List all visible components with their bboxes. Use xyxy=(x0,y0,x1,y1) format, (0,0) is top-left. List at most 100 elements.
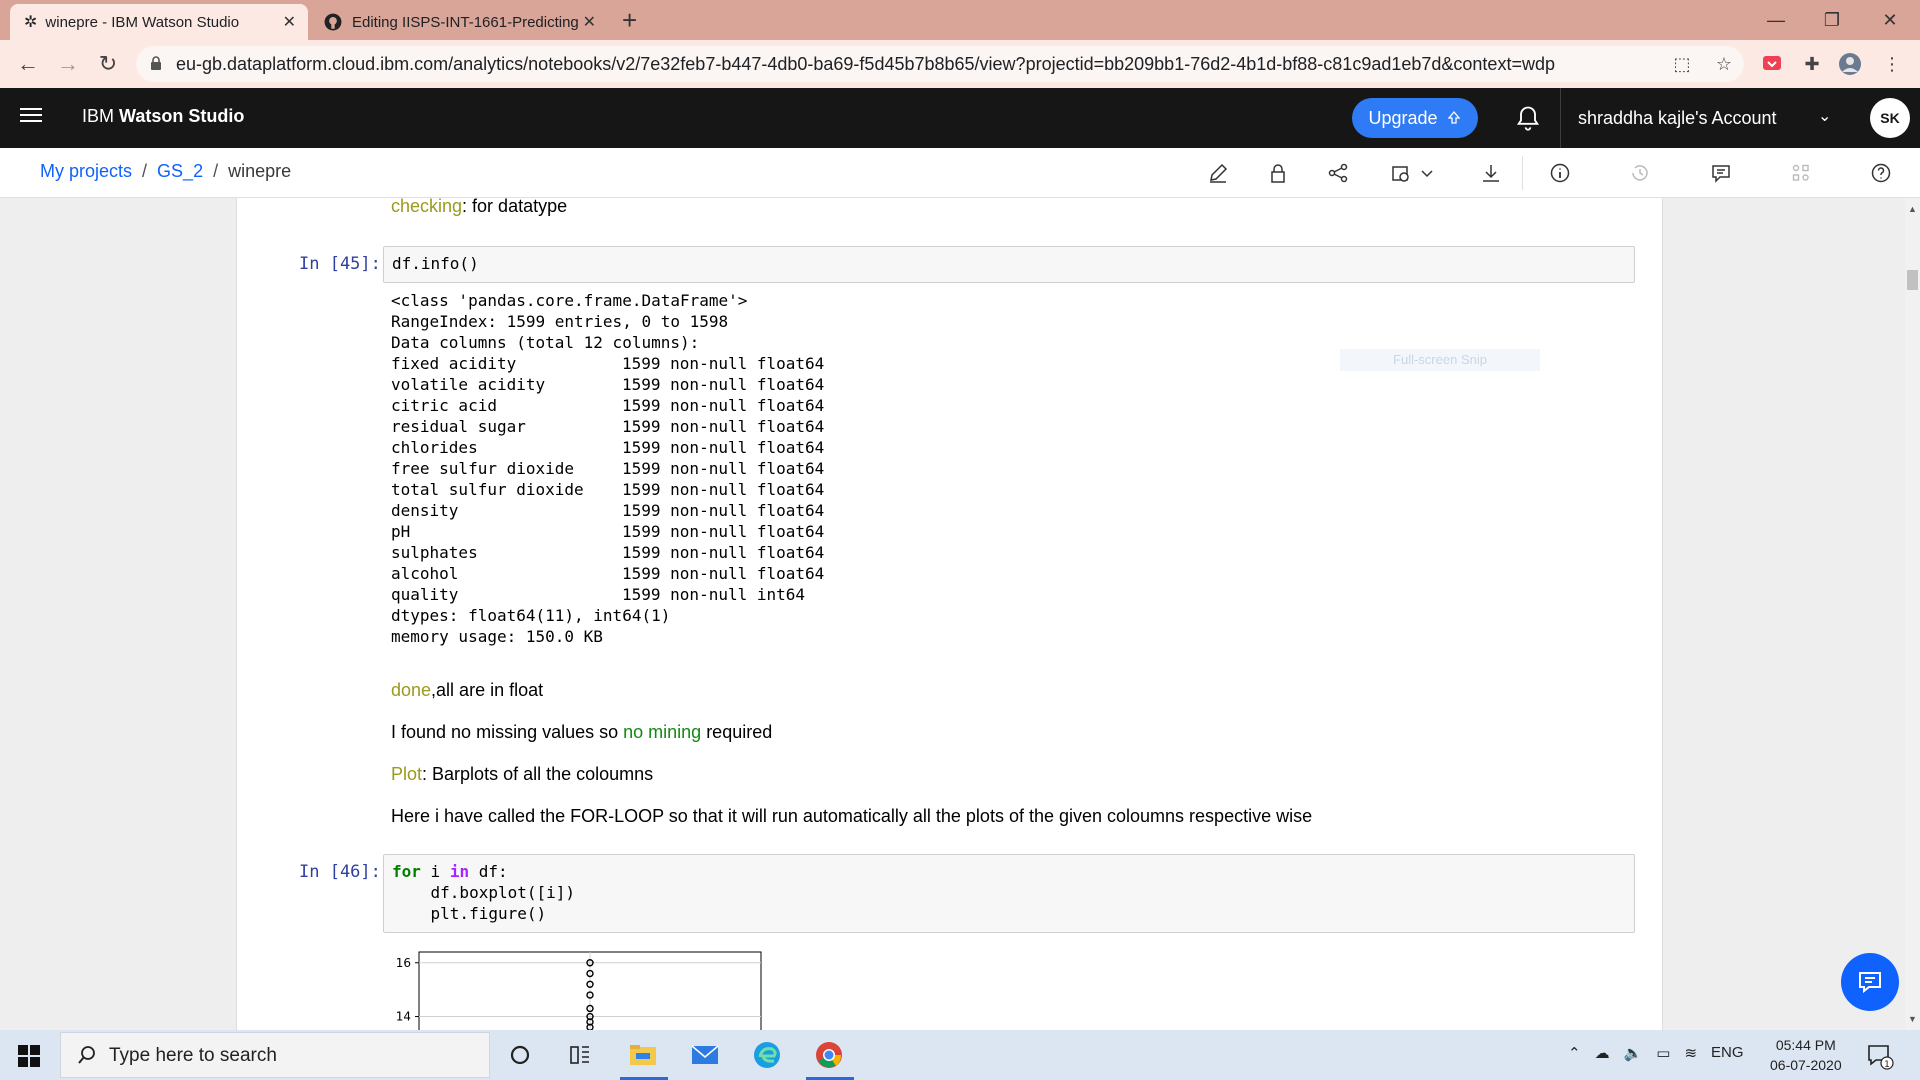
forward-icon[interactable]: → xyxy=(52,48,84,80)
wifi-icon[interactable]: ≋ xyxy=(1684,1044,1697,1062)
close-tab-icon[interactable]: ✕ xyxy=(283,12,296,32)
page-scrollbar[interactable]: ▲ ▼ xyxy=(1905,198,1920,1030)
tray-app-icon[interactable]: ☁ xyxy=(1595,1044,1610,1062)
edit-pencil-icon[interactable] xyxy=(1205,160,1231,186)
toolbar-divider xyxy=(1522,156,1523,190)
tab-winepre[interactable]: ✲ winepre - IBM Watson Studio ✕ xyxy=(10,4,308,40)
chevron-down-icon[interactable]: ⌄ xyxy=(1818,106,1831,126)
watson-tab-icon: ✲ xyxy=(24,14,38,31)
close-window-icon[interactable]: ✕ xyxy=(1862,0,1918,40)
scroll-thumb[interactable] xyxy=(1907,270,1918,290)
column-name: chlorides xyxy=(391,438,478,457)
cortana-icon[interactable] xyxy=(503,1038,537,1072)
browser-menu-icon[interactable]: ⋮ xyxy=(1880,52,1904,76)
code-line: df.info() xyxy=(392,254,479,273)
column-info: 1599 non-null float64 xyxy=(622,375,825,394)
comments-icon[interactable] xyxy=(1708,160,1734,186)
download-icon[interactable] xyxy=(1478,160,1504,186)
arrow-up-icon xyxy=(1447,110,1460,124)
url-input[interactable]: eu-gb.dataplatform.cloud.ibm.com/analyti… xyxy=(136,46,1744,82)
toolbar: My projects / GS_2 / winepre xyxy=(0,148,1920,198)
address-bar: ← → ↻ eu-gb.dataplatform.cloud.ibm.com/a… xyxy=(0,40,1920,88)
column-info: 1599 non-null float64 xyxy=(622,480,825,499)
info-icon[interactable] xyxy=(1547,160,1573,186)
windows-start-icon[interactable] xyxy=(18,1045,40,1067)
share-icon[interactable] xyxy=(1325,160,1351,186)
keyword-in: in xyxy=(449,862,470,881)
cell-prompt: In [45]: xyxy=(299,254,381,274)
lock-icon[interactable] xyxy=(1265,160,1291,186)
code-cell-46[interactable]: for i in df: df.boxplot([i]) plt.figure(… xyxy=(383,854,1635,933)
data-assets-icon[interactable] xyxy=(1788,160,1814,186)
chevron-down-icon[interactable] xyxy=(1414,160,1440,186)
account-switcher[interactable]: shraddha kajle's Account xyxy=(1578,108,1777,129)
column-info-row: free sulfur dioxide 1599 non-null float64 xyxy=(391,458,824,479)
battery-icon[interactable]: ▭ xyxy=(1656,1044,1670,1062)
upgrade-button[interactable]: Upgrade xyxy=(1352,98,1478,138)
taskbar-clock[interactable]: 05:44 PM 06-07-2020 xyxy=(1770,1035,1842,1075)
file-explorer-icon[interactable] xyxy=(626,1038,660,1072)
scroll-down-icon[interactable]: ▼ xyxy=(1908,1014,1917,1024)
column-name: density xyxy=(391,501,459,520)
tray-expand-icon[interactable]: ⌃ xyxy=(1568,1044,1581,1062)
code-rest: df: xyxy=(469,862,508,881)
y-tick-label: 14 xyxy=(396,1010,411,1024)
notification-count: 1 xyxy=(1884,1060,1890,1070)
mail-icon[interactable] xyxy=(688,1038,722,1072)
breadcrumb-my-projects[interactable]: My projects xyxy=(40,161,132,181)
snip-hint: Full-screen Snip xyxy=(1340,349,1540,371)
help-icon[interactable] xyxy=(1868,160,1894,186)
github-icon xyxy=(324,13,342,31)
bookmark-star-icon[interactable]: ☆ xyxy=(1712,52,1736,76)
reload-icon[interactable]: ↻ xyxy=(92,48,124,80)
minimize-icon[interactable]: — xyxy=(1748,0,1804,40)
volume-icon[interactable]: 🔈 xyxy=(1624,1044,1643,1062)
version-history-icon[interactable] xyxy=(1627,160,1653,186)
restore-icon[interactable]: ❐ xyxy=(1804,0,1860,40)
column-info-row: sulphates 1599 non-null float64 xyxy=(391,542,824,563)
chat-button[interactable] xyxy=(1841,953,1899,1011)
language-indicator[interactable]: ENG xyxy=(1711,1044,1744,1062)
column-name: sulphates xyxy=(391,543,478,562)
column-info: 1599 non-null float64 xyxy=(622,543,825,562)
code-line: for i in df: xyxy=(392,861,1626,882)
column-info-row: fixed acidity 1599 non-null float64 xyxy=(391,353,824,374)
profile-icon[interactable] xyxy=(1838,52,1862,76)
markdown-done: done,all are in float xyxy=(391,680,543,701)
code-cell-45[interactable]: df.info() xyxy=(383,246,1635,283)
new-tab-button[interactable]: + xyxy=(622,4,637,36)
back-icon[interactable]: ← xyxy=(12,48,44,80)
column-name: alcohol xyxy=(391,564,459,583)
notification-bell-icon[interactable] xyxy=(1514,104,1542,132)
close-tab-icon[interactable]: ✕ xyxy=(583,12,596,32)
breadcrumb-project[interactable]: GS_2 xyxy=(157,161,203,181)
task-view-icon[interactable] xyxy=(563,1038,597,1072)
translate-icon[interactable]: ⬚ xyxy=(1670,52,1694,76)
browser-tab-bar: ✲ winepre - IBM Watson Studio ✕ Editing … xyxy=(0,0,1920,40)
md-highlight: done xyxy=(391,680,432,700)
action-center-icon[interactable]: 1 xyxy=(1866,1042,1894,1070)
search-icon xyxy=(78,1046,95,1064)
chrome-icon[interactable] xyxy=(812,1038,846,1072)
column-info-row: total sulfur dioxide 1599 non-null float6… xyxy=(391,479,824,500)
md-text: : for datatype xyxy=(462,198,568,216)
schedule-job-icon[interactable] xyxy=(1388,160,1414,186)
column-name: total sulfur dioxide xyxy=(391,480,584,499)
hamburger-menu-icon[interactable] xyxy=(20,108,42,126)
column-name: free sulfur dioxide xyxy=(391,459,575,478)
boxplot-chart: 14 16 xyxy=(396,951,762,1030)
app-brand[interactable]: IBM Watson Studio xyxy=(82,106,244,127)
edge-icon[interactable] xyxy=(750,1038,784,1072)
pocket-icon[interactable] xyxy=(1760,52,1784,76)
md-text: I found no missing values so xyxy=(391,722,624,742)
avatar[interactable]: SK xyxy=(1870,98,1910,138)
column-info: 1599 non-null float64 xyxy=(622,522,825,541)
breadcrumb: My projects / GS_2 / winepre xyxy=(40,161,291,182)
scroll-up-icon[interactable]: ▲ xyxy=(1908,204,1917,214)
markdown-plot: Plot: Barplots of all the coloumns xyxy=(391,764,653,785)
system-tray: ⌃ ☁ 🔈 ▭ ≋ ENG xyxy=(1568,1044,1744,1062)
column-name: volatile acidity xyxy=(391,375,546,394)
extensions-icon[interactable]: ✚ xyxy=(1800,52,1824,76)
tab-editing[interactable]: Editing IISPS-INT-1661-Predicting ✕ xyxy=(310,4,608,40)
taskbar-search-input[interactable]: Type here to search xyxy=(60,1032,490,1078)
